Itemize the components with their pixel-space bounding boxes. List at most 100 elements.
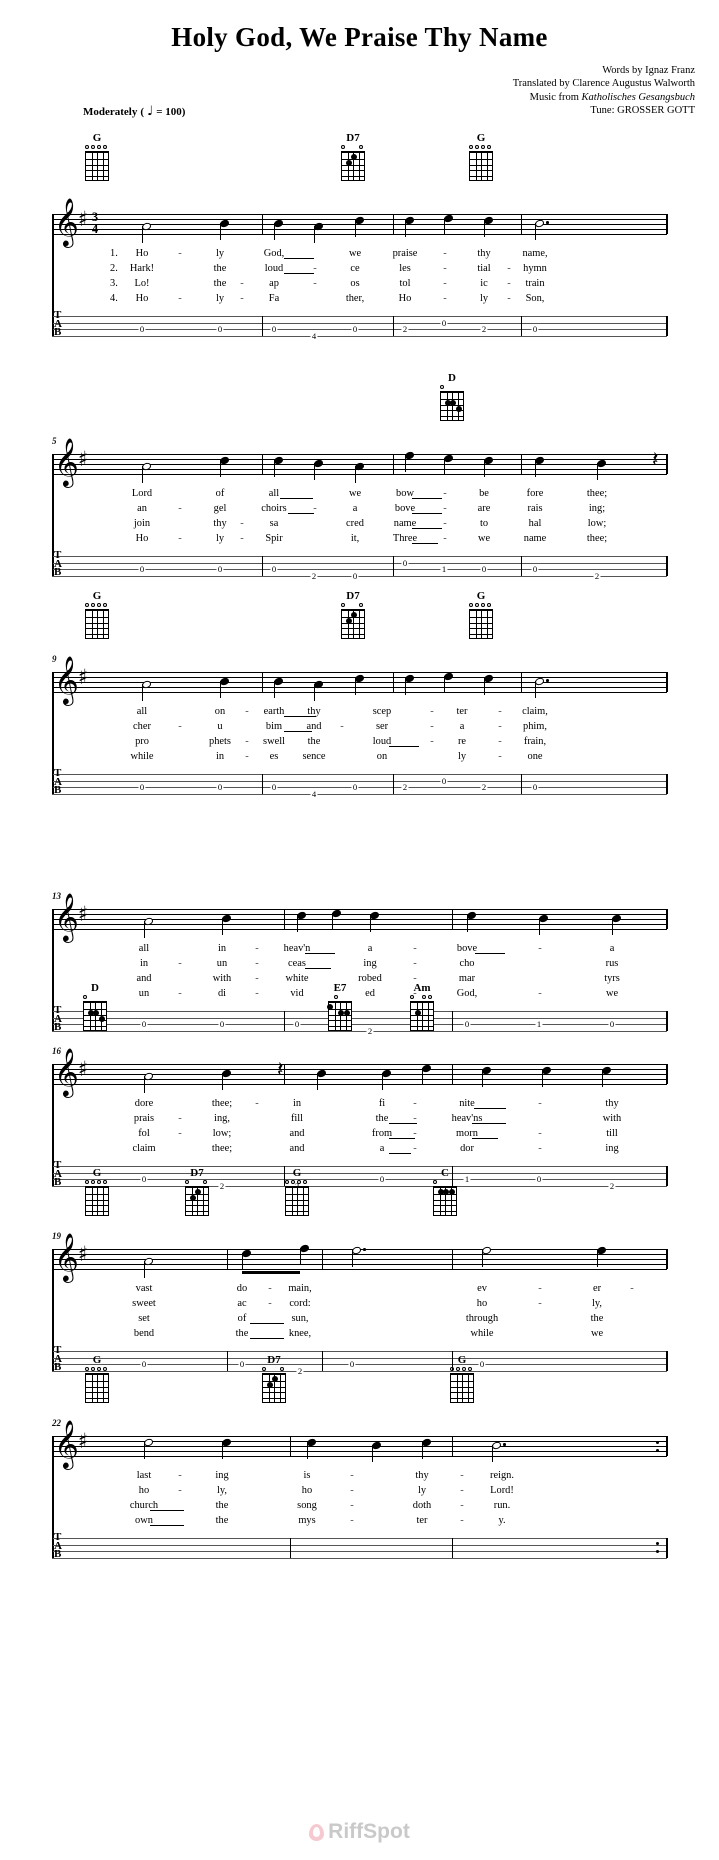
word-extension-line: [412, 543, 438, 544]
tab-fret-number: 0: [216, 782, 224, 792]
open-string-circle-icon: [103, 603, 107, 607]
key-signature-sharp-icon: ♯: [78, 447, 89, 471]
open-string-markers: [80, 602, 114, 609]
tab-start-barline: [52, 1538, 53, 1558]
note-stem: [444, 457, 446, 475]
treble-clef-icon: 𝄞: [54, 1047, 79, 1096]
syllable-hyphen: -: [443, 293, 447, 304]
lyric-syllable: all: [268, 488, 280, 499]
chord-diagram-am: Am: [405, 982, 439, 1031]
fretboard-grid: [327, 1001, 352, 1031]
finger-dot: [345, 617, 352, 624]
tab-barline: [262, 556, 263, 576]
fret-wire-line: [451, 1392, 473, 1394]
open-string-markers: [464, 144, 498, 151]
lyric-syllable: main,: [288, 1283, 312, 1294]
barline: [521, 454, 522, 474]
syllable-hyphen: -: [350, 1515, 354, 1526]
notation-staff: 𝄞 ♯: [52, 1423, 669, 1465]
tab-string-line: [52, 774, 667, 775]
chord-name: D7: [346, 590, 360, 602]
lyric-syllable: till: [606, 1128, 618, 1139]
tab-fret-number: 1: [440, 564, 448, 574]
tab-fret-number: 0: [140, 1174, 148, 1184]
chord-name: G: [92, 1167, 102, 1179]
barline: [227, 1249, 228, 1269]
verse-number: 4.: [110, 293, 118, 304]
syllable-hyphen: -: [268, 1283, 272, 1294]
open-string-markers: [78, 994, 112, 1001]
fret-wire-line: [451, 1386, 473, 1388]
quarter-note-icon: ♩: [147, 104, 154, 119]
lyric-syllable: dor: [460, 1143, 474, 1154]
tab-fret-number: 0: [378, 1174, 386, 1184]
notation-staff: 𝄞 ♯ 𝄽: [52, 1051, 669, 1093]
tab-final-barline: [666, 774, 669, 794]
tempo-bpm: = 100): [156, 105, 186, 118]
lyric-syllable: and: [136, 973, 152, 984]
treble-clef-icon: 𝄞: [54, 1419, 79, 1468]
open-string-circle-icon: [291, 1180, 295, 1184]
staff-line: [52, 692, 667, 693]
open-string-circle-icon: [85, 1180, 89, 1184]
fret-wire-line: [434, 1205, 456, 1207]
note-stem: [144, 1442, 146, 1460]
time-signature-denominator: 4: [91, 222, 99, 236]
chord-name: D: [448, 372, 456, 384]
open-string-circle-icon: [280, 1367, 284, 1371]
syllable-hyphen: -: [443, 518, 447, 529]
note-stem: [314, 225, 316, 243]
tab-fret-number: 4: [310, 330, 318, 341]
chord-diagram-g: G: [80, 1167, 114, 1216]
syllable-hyphen: -: [498, 721, 502, 732]
finger-dot: [98, 1015, 105, 1022]
final-barline: [666, 909, 669, 929]
barline: [393, 214, 394, 234]
lyric-syllable: we: [348, 488, 362, 499]
syllable-hyphen: -: [538, 943, 542, 954]
fret-wire-line: [470, 628, 492, 630]
syllable-hyphen: -: [340, 721, 344, 732]
tab-fret-number: 0: [531, 324, 539, 334]
lyric-syllable: ap: [269, 278, 279, 289]
staff-line: [52, 914, 667, 915]
lyric-syllable: the: [215, 1515, 229, 1526]
tab-fret-number: 2: [401, 782, 409, 792]
open-string-markers: [257, 1366, 291, 1373]
lyric-syllable: and: [289, 1143, 305, 1154]
credit-line-translator: Translated by Clarence Augustus Walworth: [512, 78, 695, 90]
lyric-syllable: to: [479, 518, 489, 529]
note-stem: [597, 463, 599, 480]
chord-diagram-c: C: [428, 1167, 462, 1216]
note-stem: [274, 223, 276, 240]
tab-string-line: [52, 1551, 667, 1552]
lyric-syllable: cho: [459, 958, 475, 969]
tab-string-line: [52, 335, 667, 337]
lyric-syllable: ther,: [345, 293, 365, 304]
tab-fret-number: 0: [138, 564, 146, 574]
open-string-circle-icon: [475, 145, 479, 149]
key-signature-sharp-icon: ♯: [78, 902, 89, 926]
syllable-hyphen: -: [498, 751, 502, 762]
open-string-circle-icon: [91, 145, 95, 149]
syllable-hyphen: -: [507, 293, 511, 304]
fret-wire-line: [286, 1211, 308, 1213]
tab-clef-label: TAB: [54, 550, 62, 578]
key-signature-sharp-icon: ♯: [78, 665, 89, 689]
key-signature-sharp-icon: ♯: [78, 207, 89, 231]
syllable-hyphen: -: [430, 721, 434, 732]
lyric-syllable: last: [136, 1470, 152, 1481]
word-extension-line: [250, 1323, 284, 1324]
open-string-circle-icon: [481, 603, 485, 607]
fret-wire-line: [411, 1026, 433, 1028]
chord-name: G: [476, 132, 486, 144]
lyric-syllable: tol: [399, 278, 411, 289]
fret-wire-line: [470, 164, 492, 166]
fret-wire-line: [86, 1193, 108, 1195]
tab-barline: [262, 316, 263, 336]
fretboard-grid: [85, 609, 109, 639]
staff-line: [52, 454, 667, 455]
note-stem: [300, 1247, 302, 1265]
tab-letter: B: [54, 1548, 61, 1561]
syllable-hyphen: -: [255, 973, 259, 984]
